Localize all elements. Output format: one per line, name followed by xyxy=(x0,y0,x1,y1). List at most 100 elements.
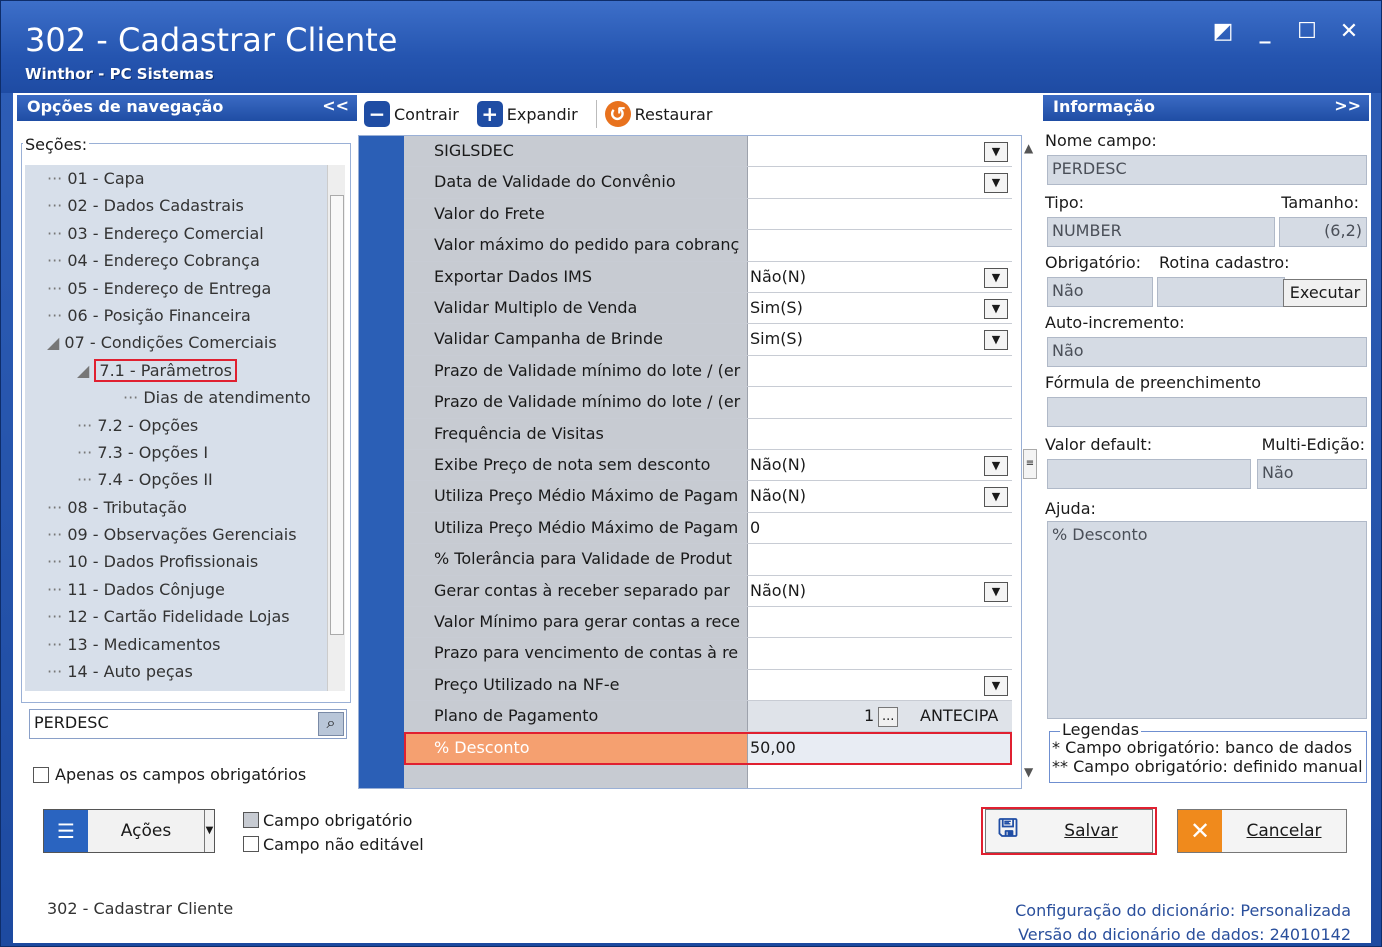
scroll-down-icon[interactable]: ▼ xyxy=(1024,765,1033,779)
grid-row-value[interactable] xyxy=(748,387,1012,418)
grid-row[interactable]: Valor máximo do pedido para cobranç xyxy=(404,230,1012,262)
tree-item[interactable]: ··· Dias de atendimento xyxy=(25,384,327,411)
search-icon[interactable]: ⌕ xyxy=(318,712,344,736)
restore-window-icon[interactable]: ◩ xyxy=(1209,19,1237,44)
collapse-button[interactable]: − Contrair xyxy=(364,101,469,127)
grid-row[interactable]: Gerar contas à receber separado par Não(N… xyxy=(404,575,1012,607)
grid-row-value[interactable] xyxy=(748,418,1012,449)
only-required-row[interactable]: Apenas os campos obrigatórios xyxy=(33,765,306,784)
chevron-down-icon[interactable]: ▼ xyxy=(204,810,214,852)
grid-row[interactable]: Valor Mínimo para gerar contas a rece xyxy=(404,607,1012,639)
grid-row-label: Prazo de Validade mínimo do lote / (er xyxy=(404,387,748,418)
grid-row[interactable]: SIGLSDEC ▼ xyxy=(404,136,1012,168)
tree-item[interactable]: ··· 08 - Tributação xyxy=(25,494,327,521)
grid-scroll-thumb[interactable]: ≡ xyxy=(1023,449,1037,479)
grid-row[interactable]: % Tolerância para Validade de Produt xyxy=(404,544,1012,576)
grid-row[interactable]: Validar Multiplo de Venda Sim(S) ▼ xyxy=(404,293,1012,325)
restore-icon: ↺ xyxy=(604,101,631,127)
dropdown-arrow-icon[interactable]: ▼ xyxy=(984,173,1008,194)
tree-scrollbar[interactable] xyxy=(327,165,345,691)
grid-row[interactable]: Frequência de Visitas xyxy=(404,418,1012,450)
grid-row-value[interactable]: ▼ xyxy=(748,136,1012,167)
tree-scroll-thumb[interactable] xyxy=(330,195,344,635)
tree-item[interactable]: ··· 02 - Dados Cadastrais xyxy=(25,192,327,219)
tree-item[interactable]: ◢ 7.1 - Parâmetros xyxy=(25,357,327,384)
grid-row[interactable]: Utiliza Preço Médio Máximo de Pagam 0 xyxy=(404,512,1012,545)
grid-row-label: SIGLSDEC xyxy=(404,136,748,167)
tree-item[interactable]: ··· 06 - Posição Financeira xyxy=(25,302,327,329)
grid-row[interactable]: Prazo para vencimento de contas à re xyxy=(404,638,1012,670)
field-search-input[interactable]: PERDESC ⌕ xyxy=(29,709,347,739)
close-window-icon[interactable]: ✕ xyxy=(1335,19,1363,44)
scroll-up-icon[interactable]: ▲ xyxy=(1024,141,1033,155)
minimize-window-icon[interactable]: _ xyxy=(1251,19,1279,44)
execute-button[interactable]: Executar xyxy=(1283,279,1367,307)
dropdown-arrow-icon[interactable]: ▼ xyxy=(984,330,1008,351)
tree-item[interactable]: ··· 04 - Endereço Cobrança xyxy=(25,247,327,274)
tree-item[interactable]: ··· 09 - Observações Gerenciais xyxy=(25,521,327,548)
dropdown-arrow-icon[interactable]: ▼ xyxy=(984,142,1008,162)
tree-item[interactable]: ◢ 07 - Condições Comerciais xyxy=(25,329,327,356)
grid-row-value[interactable]: ▼ xyxy=(748,669,1012,701)
dropdown-arrow-icon[interactable]: ▼ xyxy=(984,267,1008,288)
dropdown-arrow-icon[interactable]: ▼ xyxy=(984,675,1008,696)
tree-item[interactable]: ··· 13 - Medicamentos xyxy=(25,631,327,658)
grid-row-value[interactable]: Não(N) ▼ xyxy=(748,261,1012,292)
grid-row-value[interactable] xyxy=(748,544,1012,575)
grid-row-value[interactable]: 0 xyxy=(748,512,1012,544)
tree-item[interactable]: ··· 7.2 - Opções xyxy=(25,412,327,439)
grid-row-value[interactable]: Sim(S) ▼ xyxy=(748,293,1012,324)
grid-row-value[interactable] xyxy=(748,198,1012,230)
dropdown-arrow-icon[interactable]: ▼ xyxy=(984,456,1008,476)
grid-row[interactable]: Validar Campanha de Brinde Sim(S) ▼ xyxy=(404,324,1012,356)
grid-row[interactable]: Exibe Preço de nota sem desconto Não(N) ▼ xyxy=(404,450,1012,482)
sections-tree: ··· 01 - Capa ··· 02 - Dados Cadastrais ··… xyxy=(25,165,327,691)
grid-row[interactable]: Preço Utilizado na NF-e ▼ xyxy=(404,669,1012,702)
grid-row-value[interactable]: ▼ xyxy=(748,167,1012,198)
tree-item[interactable]: ··· 7.4 - Opções II xyxy=(25,466,327,493)
expand-button[interactable]: + Expandir xyxy=(476,101,588,127)
dropdown-arrow-icon[interactable]: ▼ xyxy=(984,487,1008,508)
grid-row[interactable]: Data de Validade do Convênio ▼ xyxy=(404,167,1012,199)
dropdown-arrow-icon[interactable]: ▼ xyxy=(984,581,1008,602)
restore-label: Restaurar xyxy=(634,104,713,124)
cancel-button[interactable]: ✕ Cancelar xyxy=(1177,809,1347,853)
tree-connector: ··· xyxy=(47,607,68,627)
grid-row-value[interactable] xyxy=(748,230,1012,261)
tree-item[interactable]: ··· 11 - Dados Cônjuge xyxy=(25,576,327,603)
tree-item-label: 09 - Observações Gerenciais xyxy=(67,525,297,545)
grid-row[interactable]: Valor do Frete xyxy=(404,198,1012,231)
restore-button[interactable]: ↺ Restaurar xyxy=(604,101,723,127)
grid-row-value[interactable]: Não(N) ▼ xyxy=(748,450,1012,481)
grid-row-value[interactable]: Não(N) ▼ xyxy=(748,575,1012,606)
grid-row-value[interactable] xyxy=(748,355,1012,387)
tree-item[interactable]: ··· 12 - Cartão Fidelidade Lojas xyxy=(25,603,327,630)
expand-info-icon[interactable]: >> xyxy=(1334,96,1361,115)
payment-plan-value[interactable]: 1 ... ANTECIPA xyxy=(748,701,1012,732)
tree-item[interactable]: ··· 05 - Endereço de Entrega xyxy=(25,275,327,302)
maximize-window-icon[interactable]: ☐ xyxy=(1293,19,1321,44)
grid-scrollbar[interactable]: ▲ ≡ ▼ xyxy=(1022,135,1038,789)
actions-button[interactable]: ☰ Ações ▼ xyxy=(43,809,215,853)
dropdown-arrow-icon[interactable]: ▼ xyxy=(984,299,1008,319)
payment-plan-lookup-button[interactable]: ... xyxy=(878,707,899,727)
grid-row-value[interactable]: Sim(S) ▼ xyxy=(748,324,1012,355)
only-required-checkbox[interactable] xyxy=(33,766,49,783)
grid-row-value[interactable] xyxy=(748,607,1012,638)
tree-item[interactable]: ··· 10 - Dados Profissionais xyxy=(25,548,327,575)
grid-row[interactable]: Utiliza Preço Médio Máximo de Pagam Não(N… xyxy=(404,481,1012,513)
tree-item[interactable]: ··· 01 - Capa xyxy=(25,165,327,192)
tree-item[interactable]: ··· 14 - Auto peças xyxy=(25,658,327,685)
grid-row[interactable]: Prazo de Validade mínimo do lote / (er xyxy=(404,355,1012,388)
grid-row-payment-plan[interactable]: Plano de Pagamento 1 ... ANTECIPA xyxy=(404,701,1012,733)
tree-item[interactable]: ··· 03 - Endereço Comercial xyxy=(25,220,327,247)
grid-row[interactable]: Prazo de Validade mínimo do lote / (er xyxy=(404,387,1012,419)
collapse-nav-icon[interactable]: << xyxy=(322,96,349,115)
tree-item[interactable]: ··· 7.3 - Opções I xyxy=(25,439,327,466)
grid-row-value[interactable]: Não(N) ▼ xyxy=(748,481,1012,512)
grid-row[interactable]: Exportar Dados IMS Não(N) ▼ xyxy=(404,261,1012,293)
window-controls: ◩ _ ☐ ✕ xyxy=(1209,19,1363,44)
grid-row-value[interactable] xyxy=(748,638,1012,669)
actions-label: Ações xyxy=(120,821,172,841)
field-search-value: PERDESC xyxy=(34,713,109,732)
